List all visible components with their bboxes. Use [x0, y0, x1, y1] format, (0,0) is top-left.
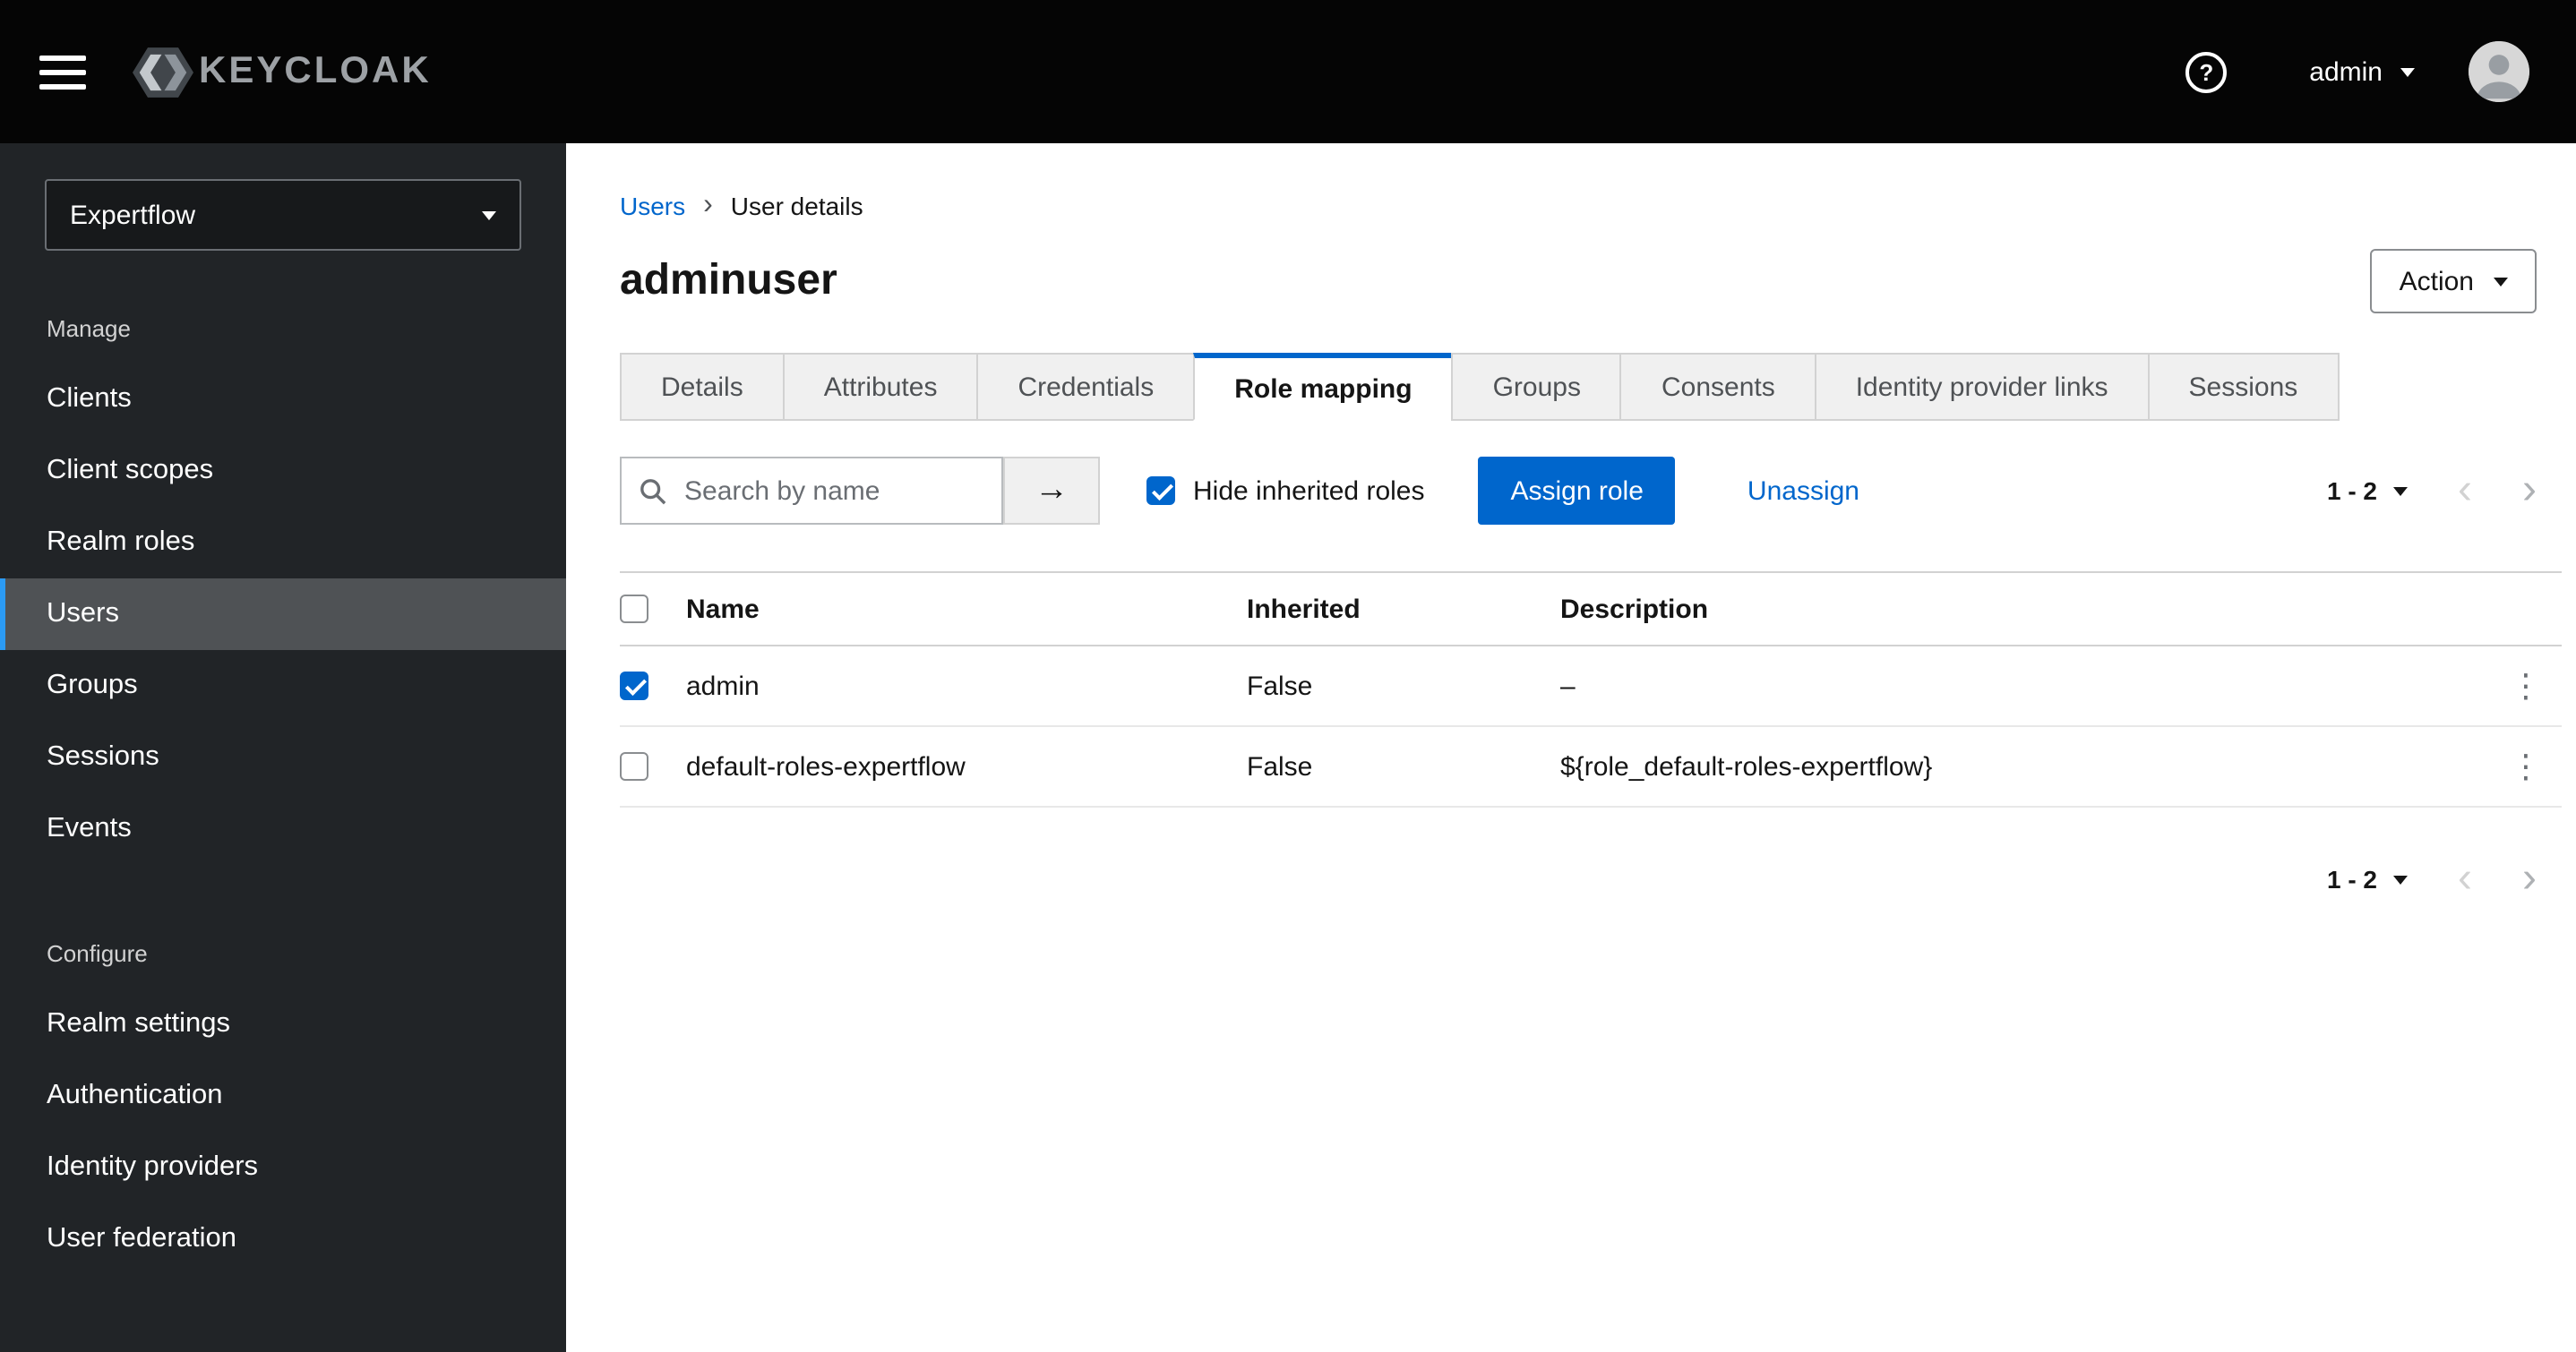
realm-selector[interactable]: Expertflow — [45, 179, 521, 251]
brand-wordmark: KEYCLOAK — [199, 50, 432, 91]
chevron-down-icon — [2393, 486, 2408, 495]
main-content: Users › User details adminuser Action De… — [566, 143, 2576, 1352]
pagination-range: 1 - 2 — [2326, 865, 2377, 894]
sidebar-item-events[interactable]: Events — [0, 793, 566, 865]
table-header-row: Name Inherited Description — [620, 571, 2562, 646]
keycloak-logo-icon — [133, 44, 193, 99]
topbar-right-cluster: ? admin — [2185, 41, 2529, 102]
role-name: admin — [686, 671, 760, 701]
search-input[interactable] — [681, 474, 983, 508]
pagination-bottom: 1 - 2 ‹ › — [620, 857, 2562, 901]
row-kebab-icon[interactable]: ⋮ — [2499, 748, 2553, 785]
sidebar-item-identity-providers[interactable]: Identity providers — [0, 1132, 566, 1203]
role-inherited: False — [1247, 751, 1313, 782]
sidebar-item-groups[interactable]: Groups — [0, 650, 566, 722]
pagination-menu-toggle[interactable]: 1 - 2 — [2327, 865, 2408, 894]
assign-role-button[interactable]: Assign role — [1478, 457, 1676, 525]
breadcrumb-separator-icon: › — [703, 190, 713, 220]
sidebar-item-user-federation[interactable]: User federation — [0, 1203, 566, 1275]
top-bar: KEYCLOAK ? admin — [0, 0, 2576, 143]
manage-nav: Clients Client scopes Realm roles Users … — [0, 364, 566, 865]
action-button[interactable]: Action — [2370, 249, 2537, 313]
hide-inherited-label: Hide inherited roles — [1193, 475, 1425, 506]
unassign-link[interactable]: Unassign — [1747, 475, 1859, 506]
chevron-down-icon — [2400, 67, 2415, 76]
sidebar-item-users[interactable]: Users — [0, 578, 566, 650]
sidebar-item-realm-settings[interactable]: Realm settings — [0, 988, 566, 1060]
role-name: default-roles-expertflow — [686, 751, 966, 782]
column-header-inherited: Inherited — [1247, 594, 1361, 624]
sidebar-item-authentication[interactable]: Authentication — [0, 1060, 566, 1132]
table-row: default-roles-expertflow False ${role_de… — [620, 727, 2562, 808]
pagination-menu-toggle[interactable]: 1 - 2 — [2327, 476, 2408, 505]
keycloak-logo: KEYCLOAK — [133, 44, 432, 99]
pagination-range: 1 - 2 — [2326, 476, 2377, 505]
nav-section-configure: Configure — [47, 940, 148, 967]
role-inherited: False — [1247, 671, 1313, 701]
row-checkbox[interactable] — [620, 672, 648, 700]
row-checkbox[interactable] — [620, 752, 648, 781]
help-icon[interactable]: ? — [2185, 51, 2228, 92]
pagination-next-icon[interactable]: › — [2522, 468, 2537, 512]
hamburger-menu-icon[interactable] — [39, 55, 86, 89]
tab-role-mapping[interactable]: Role mapping — [1193, 353, 1454, 421]
user-menu[interactable]: admin — [2309, 56, 2415, 87]
nav-section-manage: Manage — [47, 315, 131, 342]
select-all-checkbox[interactable] — [620, 595, 648, 623]
table-row: admin False – ⋮ — [620, 646, 2562, 727]
tab-consents[interactable]: Consents — [1619, 353, 1816, 421]
chevron-down-icon — [2393, 875, 2408, 884]
sidebar-item-sessions[interactable]: Sessions — [0, 722, 566, 793]
breadcrumb-current: User details — [730, 192, 863, 220]
pagination-prev-icon[interactable]: ‹ — [2458, 468, 2472, 512]
title-row: adminuser Action — [620, 249, 2562, 313]
search-icon — [640, 477, 666, 504]
tab-groups[interactable]: Groups — [1451, 353, 1622, 421]
page-title: adminuser — [620, 256, 837, 304]
column-header-name: Name — [686, 594, 760, 624]
keycloak-admin-console: KEYCLOAK ? admin Expertflow Manage Clien… — [0, 0, 2576, 1352]
row-kebab-icon[interactable]: ⋮ — [2499, 667, 2553, 705]
tab-sessions[interactable]: Sessions — [2147, 353, 2340, 421]
sidebar-item-client-scopes[interactable]: Client scopes — [0, 435, 566, 507]
breadcrumb-users-link[interactable]: Users — [620, 192, 685, 220]
role-description: – — [1560, 671, 1576, 701]
search-box — [620, 457, 1003, 525]
sidebar-item-clients[interactable]: Clients — [0, 364, 566, 435]
configure-nav: Realm settings Authentication Identity p… — [0, 988, 566, 1275]
chevron-down-icon — [482, 210, 496, 219]
tab-credentials[interactable]: Credentials — [976, 353, 1196, 421]
realm-selector-label: Expertflow — [70, 200, 196, 230]
pagination-prev-icon[interactable]: ‹ — [2458, 857, 2472, 901]
pagination-next-icon[interactable]: › — [2522, 857, 2537, 901]
hide-inherited-roles-control: Hide inherited roles — [1146, 475, 1425, 506]
hide-inherited-checkbox[interactable] — [1146, 476, 1175, 505]
role-mapping-table: Name Inherited Description admin False –… — [620, 571, 2562, 808]
tab-details[interactable]: Details — [620, 353, 785, 421]
role-description: ${role_default-roles-expertflow} — [1560, 751, 1933, 782]
arrow-right-icon: → — [1035, 471, 1069, 509]
pagination-top: 1 - 2 ‹ › — [2327, 468, 2537, 512]
sidebar: Expertflow Manage Clients Client scopes … — [0, 143, 566, 1352]
breadcrumb: Users › User details — [620, 190, 2562, 220]
tab-identity-provider-links[interactable]: Identity provider links — [1814, 353, 2150, 421]
avatar[interactable] — [2469, 41, 2529, 102]
chevron-down-icon — [2494, 277, 2508, 286]
column-header-description: Description — [1560, 594, 1709, 624]
user-menu-label: admin — [2309, 56, 2383, 87]
role-mapping-toolbar: → Hide inherited roles Assign role Unass… — [620, 457, 2562, 525]
sidebar-item-realm-roles[interactable]: Realm roles — [0, 507, 566, 578]
tab-attributes[interactable]: Attributes — [782, 353, 979, 421]
tab-bar: Details Attributes Credentials Role mapp… — [620, 353, 2562, 421]
search-submit-button[interactable]: → — [1003, 457, 1100, 525]
